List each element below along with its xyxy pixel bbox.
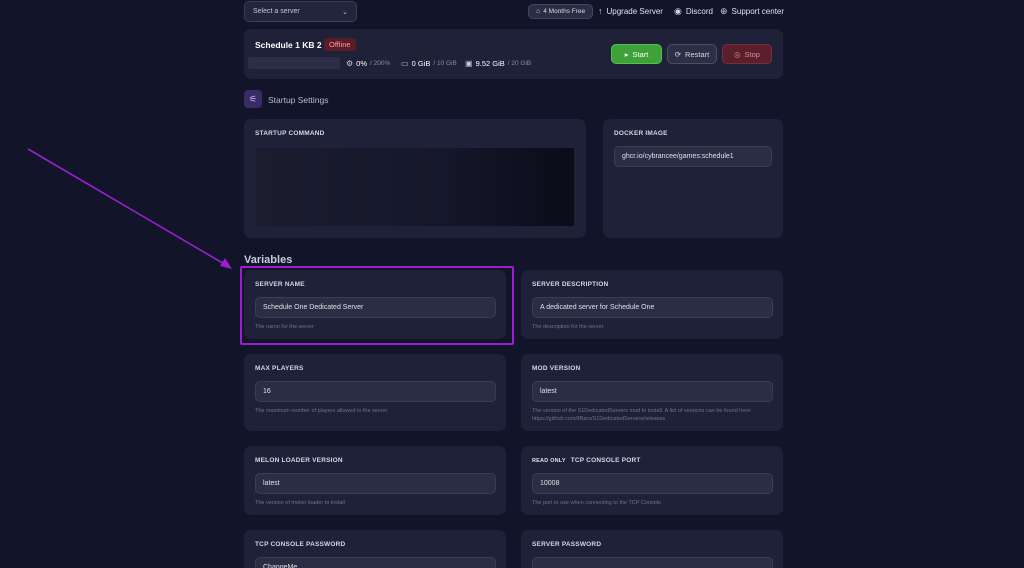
discord-icon: ◉ [674, 6, 682, 16]
startup-command-box[interactable] [256, 148, 574, 226]
server-name-input[interactable]: Schedule One Dedicated Server [255, 297, 496, 318]
server-description-card: SERVER DESCRIPTION A dedicated server fo… [521, 270, 783, 339]
start-label: Start [632, 49, 649, 59]
server-name-card: SERVER NAME Schedule One Dedicated Serve… [244, 270, 506, 339]
server-description-input[interactable]: A dedicated server for Schedule One [532, 297, 773, 318]
server-select[interactable]: Select a server ⌄ [244, 1, 357, 22]
upgrade-server-link[interactable]: ↑ Upgrade Server [598, 6, 663, 16]
disk-value: 9.52 GiB [475, 59, 505, 68]
mod-version-card: MOD VERSION latest The version of the S1… [521, 354, 783, 431]
disk-icon: ▣ [465, 59, 473, 68]
discord-link[interactable]: ◉ Discord [674, 6, 713, 17]
server-name-help: The name for the server [255, 324, 314, 330]
max-players-help: The maximum number of players allowed in… [255, 408, 388, 414]
play-icon: ▸ [624, 49, 629, 59]
max-players-label: MAX PLAYERS [255, 365, 304, 372]
tcp-console-password-label: TCP CONSOLE PASSWORD [255, 541, 346, 548]
mod-version-help: The version of the S1DedicatedServers mo… [532, 408, 752, 422]
stop-label: Stop [744, 49, 760, 59]
tcp-console-port-label-row: READ ONLY TCP CONSOLE PORT [532, 457, 641, 464]
disk-stat: ▣ 9.52 GiB / 20 GiB [465, 59, 531, 68]
arrow-up-icon: ↑ [598, 6, 603, 16]
cpu-limit: / 200% [370, 60, 391, 67]
server-select-placeholder: Select a server [253, 8, 300, 15]
status-badge: Offline [324, 38, 356, 51]
server-description-label: SERVER DESCRIPTION [532, 281, 609, 288]
docker-image-label: DOCKER IMAGE [614, 130, 668, 137]
gift-icon: ⌂ [536, 8, 541, 15]
globe-icon: ⊕ [720, 6, 728, 16]
tcp-console-port-help: The port to use when connecting to the T… [532, 500, 662, 506]
tcp-console-port-input: 10008 [532, 473, 773, 494]
chevron-down-icon: ⌄ [342, 8, 348, 16]
start-button[interactable]: ▸ Start [611, 44, 662, 64]
docker-image-card: DOCKER IMAGE ghcr.io/cybrancee/games:sch… [603, 119, 783, 238]
mod-version-label: MOD VERSION [532, 365, 581, 372]
memory-value: 0 GiB [411, 59, 431, 68]
server-name-label: SERVER NAME [255, 281, 305, 288]
melon-loader-help: The version of melon loader to install [255, 500, 345, 506]
mod-version-input[interactable]: latest [532, 381, 773, 402]
refresh-icon: ⟳ [674, 49, 682, 59]
server-password-label: SERVER PASSWORD [532, 541, 602, 548]
docker-image-select[interactable]: ghcr.io/cybrancee/games:schedule1 [614, 146, 772, 167]
startup-settings-icon: ⚟ [244, 90, 262, 108]
startup-settings-title: Startup Settings [268, 95, 329, 105]
disk-limit: / 20 GiB [507, 60, 532, 67]
startup-command-label: STARTUP COMMAND [255, 130, 325, 137]
restart-label: Restart [685, 49, 710, 59]
server-name-title: Schedule 1 KB 2 [255, 40, 322, 50]
max-players-input[interactable]: 16 [255, 381, 496, 402]
melon-loader-input[interactable]: latest [255, 473, 496, 494]
melon-loader-label: MELON LOADER VERSION [255, 457, 343, 464]
cpu-value: 0% [356, 59, 368, 68]
stop-button[interactable]: ◎ Stop [722, 44, 772, 64]
server-status-card: Schedule 1 KB 2 Offline ⚙ 0% / 200% ▭ 0 … [244, 29, 783, 79]
tcp-console-port-label: TCP CONSOLE PORT [570, 457, 641, 464]
startup-command-card: STARTUP COMMAND [244, 119, 586, 238]
tcp-console-password-input[interactable]: ChangeMe [255, 557, 496, 568]
top-bar: Select a server ⌄ ⌂ 4 Months Free ↑ Upgr… [0, 0, 1024, 24]
variables-title: Variables [244, 254, 293, 266]
read-only-tag: READ ONLY [532, 458, 566, 464]
tcp-console-password-card: TCP CONSOLE PASSWORD ChangeMe [244, 530, 506, 568]
memory-stat: ▭ 0 GiB / 10 GiB [401, 59, 457, 68]
server-description-help: The description for the server [532, 324, 604, 330]
support-center-link[interactable]: ⊕ Support center [720, 6, 784, 17]
memory-icon: ▭ [401, 59, 409, 68]
free-months-badge[interactable]: ⌂ 4 Months Free [528, 4, 594, 19]
support-center-label: Support center [731, 7, 785, 16]
melon-loader-card: MELON LOADER VERSION latest The version … [244, 446, 506, 515]
cpu-icon: ⚙ [346, 59, 354, 68]
stop-icon: ◎ [734, 49, 741, 59]
max-players-card: MAX PLAYERS 16 The maximum number of pla… [244, 354, 506, 431]
restart-button[interactable]: ⟳ Restart [667, 44, 717, 64]
annotation-arrow [27, 148, 232, 269]
free-months-label: 4 Months Free [543, 8, 586, 15]
memory-limit: / 10 GiB [433, 60, 457, 67]
discord-label: Discord [685, 7, 713, 16]
server-password-card: SERVER PASSWORD [521, 530, 783, 568]
cpu-stat: ⚙ 0% / 200% [346, 59, 390, 68]
redacted-address [248, 57, 340, 69]
tcp-console-port-card: READ ONLY TCP CONSOLE PORT 10008 The port… [521, 446, 783, 515]
server-password-input[interactable] [532, 557, 773, 568]
upgrade-server-label: Upgrade Server [606, 6, 663, 16]
